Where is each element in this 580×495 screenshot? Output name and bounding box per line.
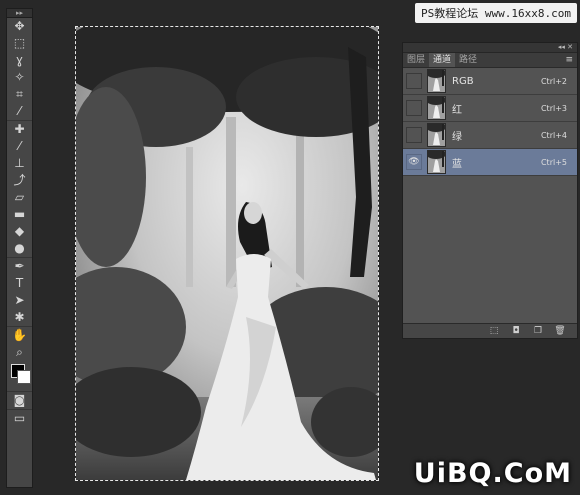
magic-wand-tool-icon[interactable]: ✧: [7, 69, 32, 86]
channel-row[interactable]: 绿 Ctrl+4: [403, 122, 577, 149]
channel-row[interactable]: 红 Ctrl+3: [403, 95, 577, 122]
clone-stamp-tool-icon[interactable]: ⊥: [7, 155, 32, 172]
panel-menu-icon[interactable]: ≡: [565, 53, 573, 67]
new-channel-icon[interactable]: ❐: [533, 326, 543, 336]
tools-panel-grip[interactable]: ▸▸: [7, 9, 32, 18]
channel-thumbnail: [427, 123, 446, 147]
tab-channels[interactable]: 通道: [429, 53, 456, 67]
eyedropper-tool-icon[interactable]: ⁄: [7, 103, 32, 120]
channel-name: RGB: [452, 75, 474, 87]
channel-thumbnail: [427, 96, 446, 120]
type-tool-icon[interactable]: T: [7, 275, 32, 292]
background-color-swatch[interactable]: [17, 370, 31, 384]
channel-shortcut: Ctrl+3: [540, 103, 567, 113]
gradient-tool-icon[interactable]: ▬: [7, 206, 32, 223]
delete-channel-icon[interactable]: 🗑: [554, 326, 565, 336]
site-logo: UiBQ.CoM: [413, 458, 572, 489]
path-selection-tool-icon[interactable]: ➤: [7, 292, 32, 309]
channel-thumbnail: [427, 69, 446, 93]
history-brush-tool-icon[interactable]: ⤴: [7, 172, 32, 189]
tab-paths[interactable]: 路径: [455, 53, 481, 67]
dodge-tool-icon[interactable]: ●: [7, 240, 32, 257]
channel-row[interactable]: RGB Ctrl+2: [403, 68, 577, 95]
panel-footer: ⬚ ◘ ❐ 🗑: [403, 323, 577, 338]
color-swatches[interactable]: [7, 361, 32, 391]
tools-panel: ▸▸ ✥ ⬚ ɣ ✧ ⌗ ⁄ ✚ ⁄ ⊥ ⤴ ▱ ▬ ◆ ● ✒ T ➤ ✱ ✋ ⌕ ◙ ▭: [6, 8, 33, 488]
lasso-tool-icon[interactable]: ɣ: [7, 52, 32, 69]
grayscale-photo: [76, 27, 378, 480]
zoom-tool-icon[interactable]: ⌕: [7, 344, 32, 361]
quick-mask-icon[interactable]: ◙: [7, 391, 32, 409]
visibility-eye-icon[interactable]: [406, 100, 422, 116]
move-tool-icon[interactable]: ✥: [7, 18, 32, 35]
marquee-tool-icon[interactable]: ⬚: [7, 35, 32, 52]
channel-row[interactable]: 👁 蓝 Ctrl+5: [403, 149, 577, 176]
pen-tool-icon[interactable]: ✒: [7, 257, 32, 275]
hand-tool-icon[interactable]: ✋: [7, 326, 32, 344]
channel-thumbnail: [427, 150, 446, 174]
blur-tool-icon[interactable]: ◆: [7, 223, 32, 240]
channels-panel: ◂◂ ✕ 图层 通道 路径 ≡ RGB Ctrl+2 红 Ctrl+3 绿 Ctrl+4 👁…: [402, 42, 578, 339]
shape-tool-icon[interactable]: ✱: [7, 309, 32, 326]
visibility-eye-icon[interactable]: 👁: [406, 154, 422, 170]
panel-collapse-bar[interactable]: ◂◂ ✕: [403, 43, 577, 53]
channel-name: 绿: [452, 131, 462, 143]
crop-tool-icon[interactable]: ⌗: [7, 86, 32, 103]
channel-name: 红: [452, 104, 462, 116]
eraser-tool-icon[interactable]: ▱: [7, 189, 32, 206]
channel-shortcut: Ctrl+4: [540, 130, 567, 140]
panel-tabs: 图层 通道 路径 ≡: [403, 53, 577, 68]
visibility-eye-icon[interactable]: [406, 73, 422, 89]
channel-shortcut: Ctrl+2: [540, 76, 567, 86]
channel-shortcut: Ctrl+5: [540, 157, 567, 167]
screen-mode-icon[interactable]: ▭: [7, 409, 32, 427]
channel-name: 蓝: [452, 158, 462, 170]
visibility-eye-icon[interactable]: [406, 127, 422, 143]
watermark-label: PS教程论坛 www.16xx8.com: [415, 3, 577, 23]
document-canvas[interactable]: [75, 26, 379, 481]
load-selection-icon[interactable]: ⬚: [489, 326, 499, 336]
healing-brush-tool-icon[interactable]: ✚: [7, 120, 32, 138]
save-selection-icon[interactable]: ◘: [511, 326, 521, 336]
brush-tool-icon[interactable]: ⁄: [7, 138, 32, 155]
tab-layers[interactable]: 图层: [403, 53, 429, 67]
